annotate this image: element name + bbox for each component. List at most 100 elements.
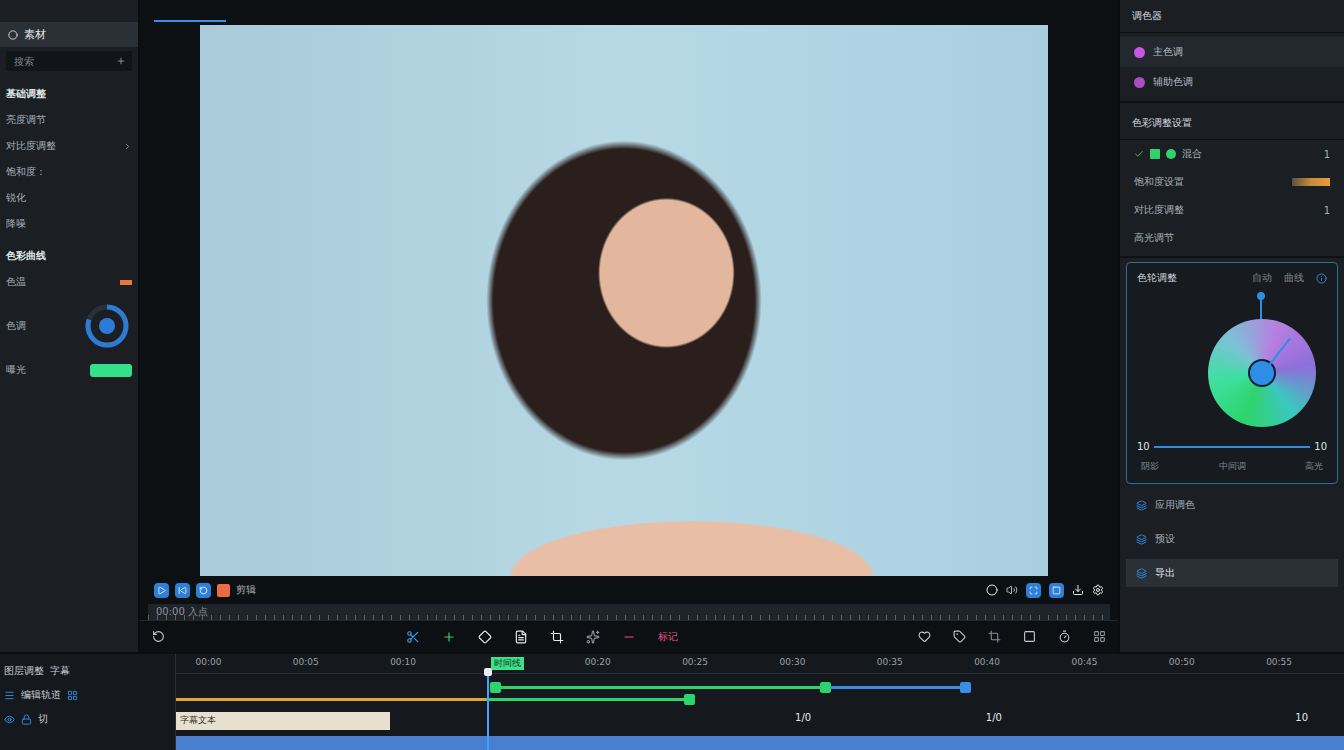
grid-icon[interactable] — [1093, 630, 1106, 643]
card-tab[interactable]: 曲线 — [1284, 271, 1304, 285]
green-swatch — [1150, 149, 1160, 159]
marker-bar-icon[interactable] — [622, 630, 636, 644]
ruler-tick: 00:50 — [1169, 657, 1195, 667]
setting-row[interactable]: 高光调节 — [1120, 224, 1344, 252]
layers-icon — [1136, 500, 1147, 511]
track-mark: 1/0 — [795, 712, 811, 723]
layout-button[interactable] — [1049, 583, 1064, 598]
wheel-slider[interactable]: 1010 — [1137, 441, 1327, 452]
card-tab[interactable]: 自动 — [1252, 271, 1272, 285]
search-field — [6, 51, 132, 71]
track-lane: 字幕文本1/01/010 — [176, 698, 1344, 736]
effect-icon[interactable] — [586, 630, 600, 644]
fit-button[interactable] — [1026, 583, 1041, 598]
adjust-item[interactable]: 色温 — [0, 269, 138, 295]
action-row[interactable]: 预设 — [1126, 525, 1338, 553]
split-icon[interactable] — [406, 630, 420, 644]
video-frame — [200, 25, 1048, 576]
record-button[interactable] — [217, 584, 230, 597]
grid-icon[interactable] — [67, 690, 78, 701]
color-wheel[interactable] — [1208, 319, 1316, 427]
keyframe[interactable] — [684, 694, 695, 705]
box-icon[interactable] — [1023, 630, 1036, 643]
time-ruler[interactable]: 00:0000:0500:1000:2000:2500:3000:3500:40… — [176, 654, 1344, 674]
media-tab[interactable]: 素材 — [0, 22, 138, 47]
adjust-item[interactable]: 对比度调整 — [0, 133, 138, 159]
preview-ruler[interactable]: 00:00 入点 — [148, 604, 1110, 620]
action-row[interactable]: 应用调色 — [1126, 491, 1338, 519]
settings-block: 色彩调整设置混合1饱和度设置对比度调整1高光调节 — [1120, 103, 1344, 258]
wheel-handle[interactable] — [1262, 338, 1291, 374]
wheel-pin[interactable] — [1260, 295, 1262, 319]
setting-row[interactable]: 混合1 — [1120, 140, 1344, 168]
layer-list: 主色调辅助色调 — [1120, 33, 1344, 103]
adjust-section: 基础调整亮度调节对比度调整饱和度 :锐化降噪 — [0, 75, 138, 237]
workspace: 素材基础调整亮度调节对比度调整饱和度 :锐化降噪色彩曲线色温色调曝光剪辑00:0… — [0, 0, 1344, 652]
tag-icon[interactable] — [953, 630, 966, 643]
layer-row[interactable]: 辅助色调 — [1120, 67, 1344, 97]
info-icon[interactable] — [1316, 273, 1327, 284]
lock-icon[interactable] — [21, 714, 32, 725]
adjust-item[interactable]: 锐化 — [0, 185, 138, 211]
tone-ring[interactable] — [82, 301, 132, 351]
keyframe[interactable] — [960, 682, 971, 693]
menu-icon[interactable] — [4, 690, 15, 701]
timer-icon[interactable] — [1058, 630, 1071, 643]
crop-icon[interactable] — [550, 630, 564, 644]
eye-icon[interactable] — [4, 714, 15, 725]
clip[interactable] — [486, 698, 690, 701]
layout-icon — [1052, 586, 1061, 595]
playhead-marker[interactable]: 时间线 — [491, 657, 524, 670]
color-marker — [120, 280, 132, 285]
track-header[interactable]: 切 — [4, 712, 171, 726]
track-header[interactable]: 编辑轨道 — [4, 688, 171, 702]
adjust-item[interactable]: 饱和度 : — [0, 159, 138, 185]
action-row[interactable]: 导出 — [1126, 559, 1338, 587]
setting-row[interactable]: 饱和度设置 — [1120, 168, 1344, 196]
ruler-tick: 00:20 — [585, 657, 611, 667]
panel-title: 调色器 — [1120, 0, 1344, 33]
keyframe[interactable] — [490, 682, 501, 693]
layer-row[interactable]: 主色调 — [1120, 37, 1344, 67]
caption-clip[interactable]: 字幕文本 — [176, 712, 390, 730]
exposure-switch[interactable] — [90, 364, 132, 377]
wheel-label: 阴影 — [1141, 460, 1159, 473]
settings-icon[interactable] — [1092, 584, 1104, 596]
back-icon — [178, 586, 187, 595]
clip[interactable] — [176, 698, 486, 701]
adjust-item[interactable]: 色调 — [0, 295, 138, 357]
frame-icon[interactable] — [988, 630, 1001, 643]
section-title: 基础调整 — [0, 75, 138, 107]
layers-icon — [1136, 534, 1147, 545]
text-icon[interactable] — [514, 630, 528, 644]
base-lane — [176, 736, 1344, 750]
play-button[interactable] — [154, 583, 169, 598]
ruler-tick: 00:30 — [779, 657, 805, 667]
favorite-icon[interactable] — [918, 630, 931, 643]
adjust-item[interactable]: 降噪 — [0, 211, 138, 237]
slider-fill — [1154, 446, 1311, 448]
track-area[interactable]: 00:0000:0500:1000:2000:2500:3000:3500:40… — [175, 654, 1344, 750]
video-track[interactable] — [176, 736, 1344, 750]
search-input[interactable] — [12, 55, 112, 68]
add-icon[interactable] — [116, 56, 126, 66]
setting-row[interactable]: 对比度调整1 — [1120, 196, 1344, 224]
mark-label[interactable]: 标记 — [658, 630, 678, 644]
undo-icon[interactable] — [152, 630, 165, 643]
adjust-item[interactable]: 曝光 — [0, 357, 138, 383]
target-icon[interactable] — [986, 584, 998, 596]
loop-button[interactable] — [196, 583, 211, 598]
playhead[interactable] — [487, 668, 489, 750]
track-lane — [176, 674, 1344, 698]
download-icon[interactable] — [1072, 584, 1084, 596]
clip[interactable] — [830, 686, 966, 689]
ruler-tick: 00:05 — [293, 657, 319, 667]
adjust-item[interactable]: 亮度调节 — [0, 107, 138, 133]
clip[interactable] — [495, 686, 826, 689]
layer-dot — [1134, 77, 1145, 88]
ruler-tick: 00:55 — [1266, 657, 1292, 667]
back-button[interactable] — [175, 583, 190, 598]
keyframe-icon[interactable] — [478, 630, 492, 644]
plus-icon[interactable] — [442, 630, 456, 644]
volume-icon[interactable] — [1006, 584, 1018, 596]
